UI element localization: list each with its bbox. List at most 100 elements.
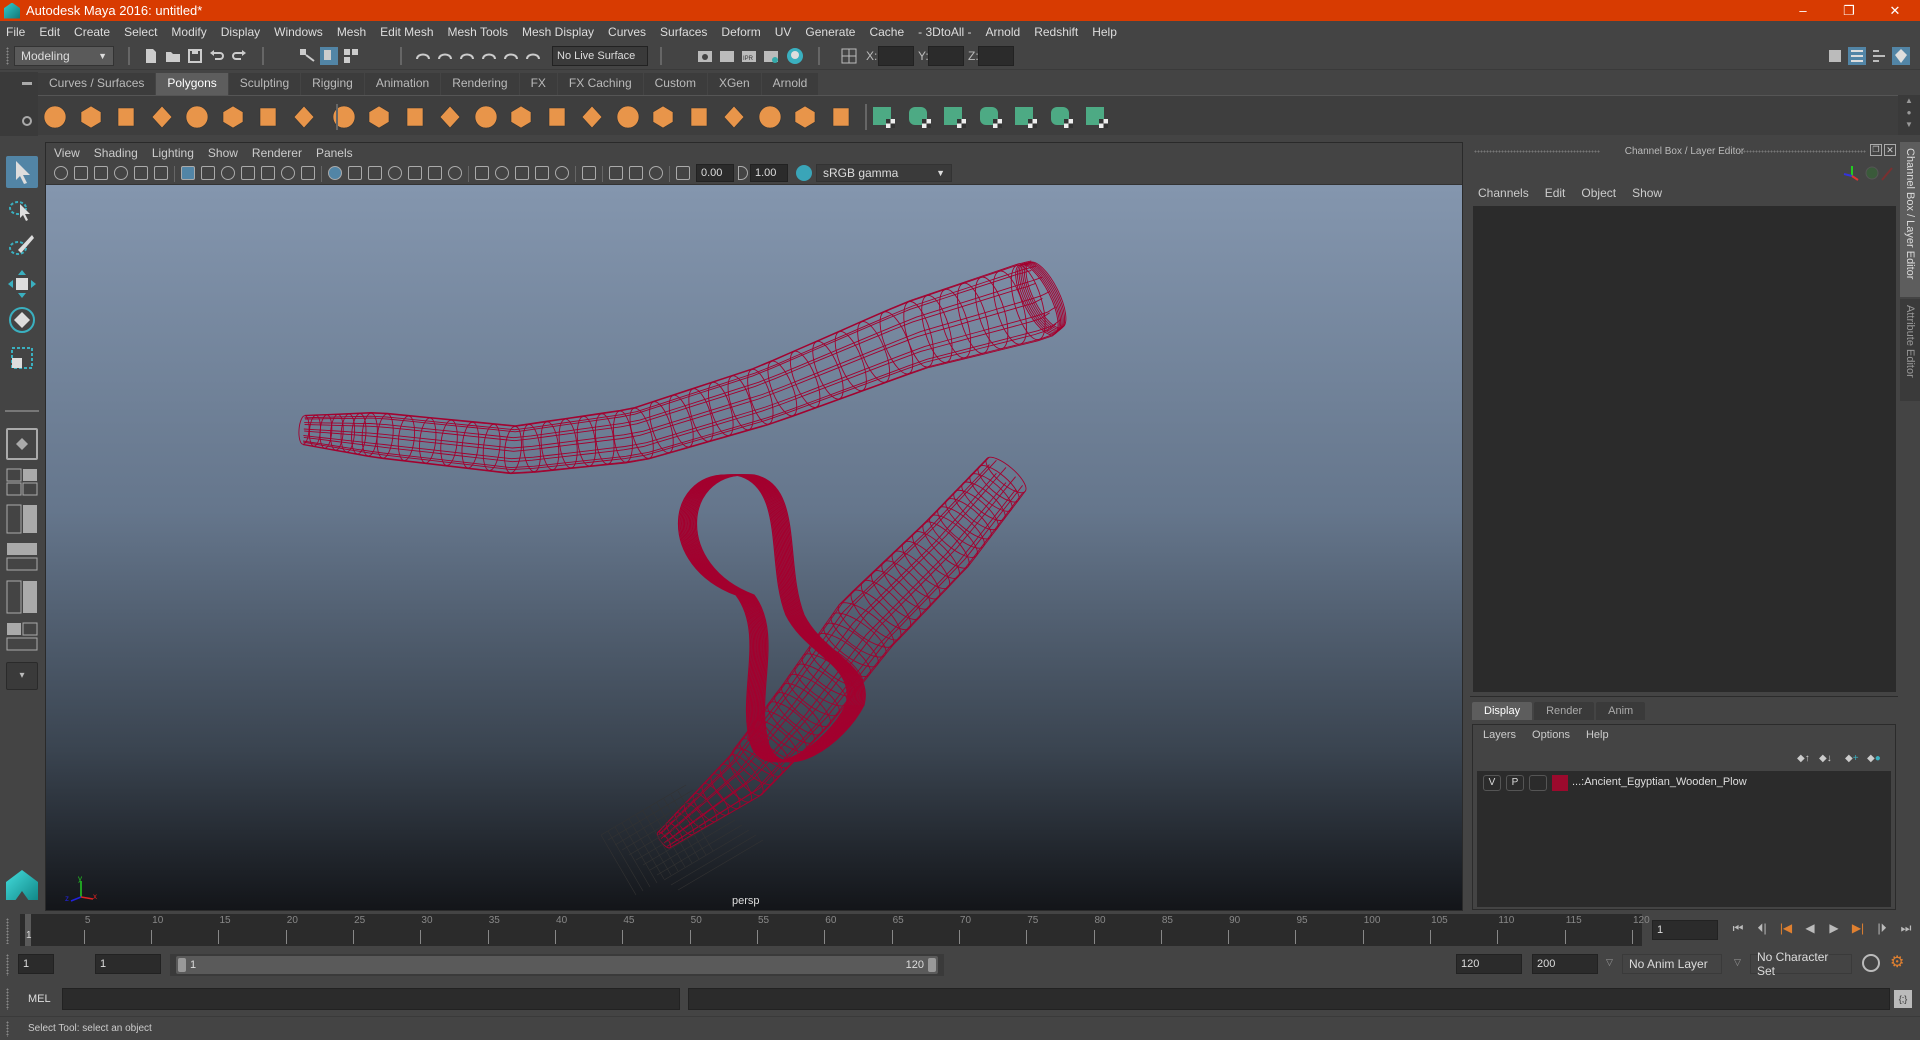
smooth-shade-icon[interactable] — [348, 166, 362, 180]
select-tool[interactable] — [6, 156, 38, 188]
tab-attribute-editor[interactable]: Attribute Editor — [1900, 299, 1920, 401]
current-frame-field[interactable]: 1 — [1652, 920, 1718, 940]
grid-icon[interactable] — [181, 166, 195, 180]
layer-type-toggle[interactable] — [1529, 775, 1547, 791]
menu-curves[interactable]: Curves — [608, 25, 646, 39]
menu-generate[interactable]: Generate — [805, 25, 855, 39]
smooth-icon[interactable] — [437, 104, 463, 130]
gamma-field[interactable]: 1.00 — [750, 164, 788, 182]
fill-hole-icon[interactable] — [757, 104, 783, 130]
minimize-button[interactable]: – — [1780, 0, 1826, 21]
outliner-persp-layout[interactable] — [6, 504, 38, 534]
combine-icon[interactable] — [331, 104, 357, 130]
color-management-toggle-icon[interactable] — [796, 165, 812, 181]
character-set-dropdown[interactable]: No Character Set — [1750, 950, 1852, 978]
new-scene-icon[interactable] — [142, 47, 160, 65]
step-back-key-icon[interactable]: |◀ — [1776, 921, 1796, 936]
poly-cube-icon[interactable] — [78, 104, 104, 130]
redo-icon[interactable] — [230, 47, 248, 65]
xray-active-icon[interactable] — [428, 166, 442, 180]
menu-select[interactable]: Select — [124, 25, 157, 39]
separate-icon[interactable] — [366, 104, 392, 130]
rotate-tool[interactable] — [6, 304, 38, 336]
multi-cut-icon[interactable] — [615, 104, 641, 130]
anti-aliasing-icon[interactable] — [555, 166, 569, 180]
automatic-uv-icon[interactable] — [978, 104, 1004, 130]
channelbox-menu-show[interactable]: Show — [1632, 186, 1662, 200]
channelbox-menu-edit[interactable]: Edit — [1545, 186, 1566, 200]
append-to-polygon-icon[interactable] — [579, 104, 605, 130]
plow-stilt[interactable] — [655, 452, 1031, 850]
camera-tools-icon[interactable] — [840, 47, 858, 65]
poly-cylinder-icon[interactable] — [113, 104, 139, 130]
mel-input[interactable] — [62, 988, 680, 1010]
script-editor-icon[interactable]: {;} — [1894, 990, 1912, 1008]
hypershade-persp-layout[interactable] — [6, 580, 38, 614]
scale-tool[interactable] — [6, 342, 38, 374]
snap-view-plane-icon[interactable] — [480, 47, 498, 65]
open-scene-icon[interactable] — [164, 47, 182, 65]
viewport-menu-shading[interactable]: Shading — [94, 146, 138, 160]
menu-deform[interactable]: Deform — [721, 25, 760, 39]
bookmarks-icon[interactable] — [94, 166, 108, 180]
shadows-icon[interactable] — [495, 166, 509, 180]
persp-graph-layout[interactable] — [6, 542, 38, 572]
live-surface-field[interactable]: No Live Surface — [552, 46, 648, 66]
lasso-tool[interactable] — [6, 194, 38, 226]
field-chart-icon[interactable] — [261, 166, 275, 180]
close-button[interactable]: ✕ — [1872, 0, 1918, 21]
film-gate-icon[interactable] — [201, 166, 215, 180]
extrude-icon[interactable] — [508, 104, 534, 130]
go-to-end-icon[interactable]: ⏭ — [1896, 921, 1916, 936]
grip-handle[interactable] — [1740, 150, 1866, 153]
viewport-menu-renderer[interactable]: Renderer — [252, 146, 302, 160]
safe-action-icon[interactable] — [281, 166, 295, 180]
move-layer-down-icon[interactable]: ◆↓ — [1819, 753, 1832, 764]
textured-icon[interactable] — [629, 166, 643, 180]
viewport-menu-show[interactable]: Show — [208, 146, 238, 160]
new-layer-from-selected-icon[interactable]: ◆● — [1867, 753, 1881, 764]
shelf-scroll[interactable]: ▲ ● ▼ — [1898, 95, 1920, 135]
layer-tab-anim[interactable]: Anim — [1596, 702, 1646, 720]
poly-pipe-icon[interactable] — [291, 104, 317, 130]
menu-display[interactable]: Display — [221, 25, 260, 39]
select-object-icon[interactable] — [320, 47, 338, 65]
layer-name[interactable]: ...:Ancient_Egyptian_Wooden_Plow — [1572, 776, 1747, 788]
menu-modify[interactable]: Modify — [171, 25, 206, 39]
exposure-field[interactable]: 0.00 — [696, 164, 734, 182]
menu-redshift[interactable]: Redshift — [1034, 25, 1078, 39]
playback-end-field[interactable]: 120 — [1456, 954, 1522, 974]
shelf-tab-rendering[interactable]: Rendering — [441, 73, 519, 95]
play-backwards-icon[interactable]: ◀ — [1800, 921, 1820, 936]
shelf-tab-fx[interactable]: FX — [519, 73, 557, 95]
make-live-icon[interactable] — [524, 47, 542, 65]
menu-file[interactable]: File — [6, 25, 25, 39]
snap-grid-icon[interactable] — [414, 47, 432, 65]
go-to-start-icon[interactable]: ⏮ — [1728, 921, 1748, 936]
menu-mesh-tools[interactable]: Mesh Tools — [448, 25, 508, 39]
cut-sew-uv-icon[interactable] — [1084, 104, 1110, 130]
shelf-tab-curves-surfaces[interactable]: Curves / Surfaces — [38, 73, 156, 95]
snap-point-icon[interactable] — [458, 47, 476, 65]
grip-handle[interactable] — [1474, 150, 1600, 153]
layer-menu-layers[interactable]: Layers — [1483, 729, 1516, 741]
motion-blur-icon[interactable] — [535, 166, 549, 180]
plow-wireframe[interactable] — [46, 185, 1462, 910]
poly-sphere-icon[interactable] — [42, 104, 68, 130]
chevron-down-icon[interactable]: ▽ — [1734, 957, 1741, 968]
restore-button[interactable]: ❐ — [1826, 0, 1872, 21]
menu-create[interactable]: Create — [74, 25, 110, 39]
tab-channel-box-layer-editor[interactable]: Channel Box / Layer Editor — [1900, 142, 1920, 297]
unfold-uv-icon[interactable] — [1013, 104, 1039, 130]
range-slider-bar-fill[interactable]: 1 120 — [176, 956, 938, 974]
paint-select-tool[interactable] — [6, 230, 38, 262]
default-material-icon[interactable] — [368, 166, 382, 180]
ipr-render-icon[interactable]: IPR — [740, 47, 758, 65]
timeline-track[interactable]: 1 5 10 15 20 25 30 35 40 45 50 55 60 65 70 75 80 85 90 95 1… — [20, 914, 1650, 946]
grip-handle[interactable] — [6, 47, 9, 65]
layer-playback-toggle[interactable]: P — [1506, 775, 1524, 791]
script-language-label[interactable]: MEL — [28, 993, 51, 1005]
menu-windows[interactable]: Windows — [274, 25, 323, 39]
channel-list[interactable] — [1473, 206, 1896, 692]
end-time-field[interactable]: 200 — [1532, 954, 1598, 974]
